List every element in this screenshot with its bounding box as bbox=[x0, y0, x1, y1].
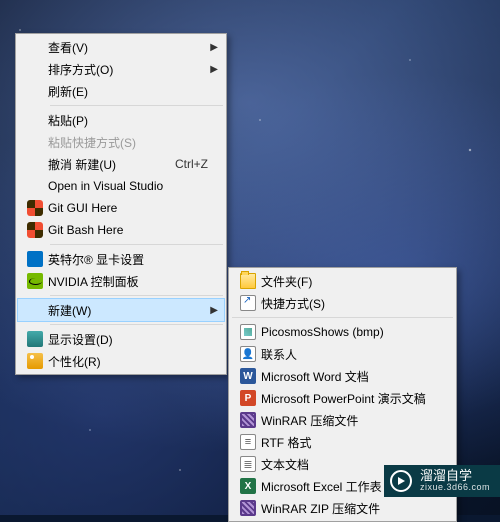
new-submenu-item[interactable]: 快捷方式(S) bbox=[231, 292, 454, 314]
rtf-icon bbox=[235, 434, 261, 450]
context-menu-item-label: Open in Visual Studio bbox=[48, 179, 208, 193]
display-icon bbox=[22, 331, 48, 347]
context-menu-item[interactable]: NVIDIA 控制面板 bbox=[18, 270, 224, 292]
context-menu-item[interactable]: 查看(V)▶ bbox=[18, 36, 224, 58]
context-menu-item-label: 个性化(R) bbox=[48, 353, 208, 370]
context-menu-item[interactable]: 显示设置(D) bbox=[18, 328, 224, 350]
context-menu-item[interactable]: 个性化(R) bbox=[18, 350, 224, 372]
context-menu-separator bbox=[50, 105, 223, 106]
context-menu-separator bbox=[50, 324, 223, 325]
context-menu-item-label: 粘贴快捷方式(S) bbox=[48, 134, 208, 151]
new-submenu-item-label: WinRAR 压缩文件 bbox=[261, 412, 438, 429]
context-menu-item-label: 英特尔® 显卡设置 bbox=[48, 251, 208, 268]
personal-icon bbox=[22, 353, 48, 369]
context-menu-item[interactable]: Git GUI Here bbox=[18, 197, 224, 219]
submenu-arrow-icon: ▶ bbox=[208, 42, 218, 53]
context-menu-item-label: Git Bash Here bbox=[48, 223, 208, 237]
rar-icon bbox=[235, 500, 261, 516]
menu-shortcut: Ctrl+Z bbox=[175, 157, 208, 171]
context-menu-item[interactable]: 粘贴(P) bbox=[18, 109, 224, 131]
new-submenu-item-label: 文件夹(F) bbox=[261, 273, 438, 290]
new-submenu-item[interactable]: WinRAR 压缩文件 bbox=[231, 409, 454, 431]
context-menu-item-label: 查看(V) bbox=[48, 39, 208, 56]
word-icon: W bbox=[235, 368, 261, 384]
desktop-context-menu: 查看(V)▶排序方式(O)▶刷新(E)粘贴(P)粘贴快捷方式(S)撤消 新建(U… bbox=[15, 33, 227, 375]
context-menu-item-label: NVIDIA 控制面板 bbox=[48, 273, 208, 290]
new-submenu-item[interactable]: RTF 格式 bbox=[231, 431, 454, 453]
context-menu-item[interactable]: Git Bash Here bbox=[18, 219, 224, 241]
watermark-title: 溜溜自学 bbox=[420, 469, 490, 483]
intel-icon bbox=[22, 251, 48, 267]
context-menu-item[interactable]: Open in Visual Studio bbox=[18, 175, 224, 197]
new-submenu-item[interactable]: PicosmosShows (bmp) bbox=[231, 321, 454, 343]
nvidia-icon bbox=[22, 273, 48, 289]
context-menu-item[interactable]: 英特尔® 显卡设置 bbox=[18, 248, 224, 270]
new-submenu-item-label: RTF 格式 bbox=[261, 434, 438, 451]
context-menu-separator bbox=[50, 295, 223, 296]
watermark-badge: 溜溜自学 zixue.3d66.com bbox=[384, 465, 500, 497]
rar-icon bbox=[235, 412, 261, 428]
context-menu-item-label: 显示设置(D) bbox=[48, 331, 208, 348]
context-menu-item[interactable]: 撤消 新建(U) Ctrl+Z bbox=[18, 153, 224, 175]
excel-icon: X bbox=[235, 478, 261, 494]
play-icon bbox=[390, 470, 412, 492]
txt-icon bbox=[235, 456, 261, 472]
submenu-arrow-icon: ▶ bbox=[208, 64, 218, 75]
new-submenu-item[interactable]: WinRAR ZIP 压缩文件 bbox=[231, 497, 454, 519]
context-menu-item-label: Git GUI Here bbox=[48, 201, 208, 215]
new-submenu-item[interactable]: 文件夹(F) bbox=[231, 270, 454, 292]
context-menu-item-label: 刷新(E) bbox=[48, 83, 208, 100]
new-submenu-item-label: 快捷方式(S) bbox=[261, 295, 438, 312]
new-submenu-item-label: Microsoft Word 文档 bbox=[261, 368, 438, 385]
new-submenu-item-label: 联系人 bbox=[261, 346, 438, 363]
context-menu-item[interactable]: 刷新(E) bbox=[18, 80, 224, 102]
context-menu-item-label: 粘贴(P) bbox=[48, 112, 208, 129]
new-submenu-item-label: PicosmosShows (bmp) bbox=[261, 325, 438, 339]
context-menu-item: 粘贴快捷方式(S) bbox=[18, 131, 224, 153]
context-menu-item-label: 排序方式(O) bbox=[48, 61, 208, 78]
folder-icon bbox=[235, 273, 261, 289]
git-icon bbox=[22, 222, 48, 238]
shortcut-icon bbox=[235, 295, 261, 311]
ppt-icon: P bbox=[235, 390, 261, 406]
new-submenu-item-label: Microsoft PowerPoint 演示文稿 bbox=[261, 390, 438, 407]
git-icon bbox=[22, 200, 48, 216]
context-menu-item[interactable]: 排序方式(O)▶ bbox=[18, 58, 224, 80]
bmp-icon bbox=[235, 324, 261, 340]
context-menu-item-label: 撤消 新建(U) bbox=[48, 156, 165, 173]
new-submenu-item[interactable]: PMicrosoft PowerPoint 演示文稿 bbox=[231, 387, 454, 409]
new-submenu-item[interactable]: 联系人 bbox=[231, 343, 454, 365]
contact-icon bbox=[235, 346, 261, 362]
new-submenu-item[interactable]: WMicrosoft Word 文档 bbox=[231, 365, 454, 387]
watermark-subtitle: zixue.3d66.com bbox=[420, 483, 490, 492]
submenu-arrow-icon: ▶ bbox=[208, 305, 218, 316]
new-submenu-item-label: WinRAR ZIP 压缩文件 bbox=[261, 500, 438, 517]
new-submenu-separator bbox=[232, 317, 453, 318]
context-menu-separator bbox=[50, 244, 223, 245]
context-menu-item-label: 新建(W) bbox=[48, 302, 208, 319]
context-menu-item[interactable]: 新建(W)▶ bbox=[18, 299, 224, 321]
